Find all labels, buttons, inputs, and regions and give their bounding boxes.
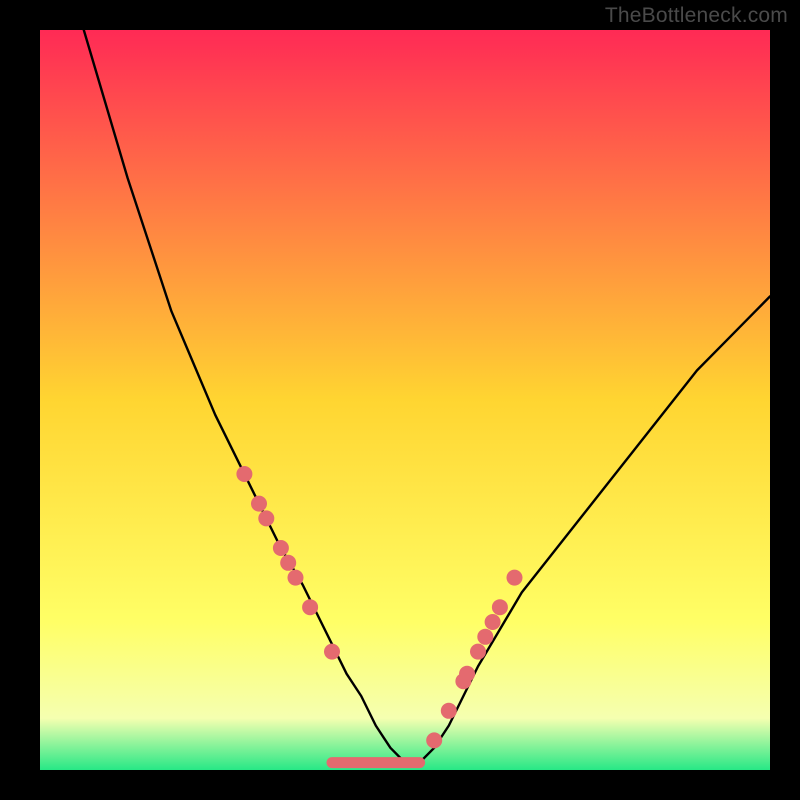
scatter-point bbox=[426, 732, 442, 748]
scatter-point bbox=[288, 570, 304, 586]
scatter-point bbox=[470, 644, 486, 660]
watermark-label: TheBottleneck.com bbox=[605, 4, 788, 28]
gradient-background bbox=[40, 30, 770, 770]
scatter-point bbox=[492, 599, 508, 615]
scatter-point bbox=[485, 614, 501, 630]
scatter-point bbox=[459, 666, 475, 682]
scatter-point bbox=[324, 644, 340, 660]
scatter-point bbox=[507, 570, 523, 586]
scatter-point bbox=[258, 510, 274, 526]
scatter-point bbox=[302, 599, 318, 615]
scatter-point bbox=[477, 629, 493, 645]
scatter-point bbox=[280, 555, 296, 571]
scatter-point bbox=[441, 703, 457, 719]
chart-stage: TheBottleneck.com bbox=[0, 0, 800, 800]
scatter-point bbox=[273, 540, 289, 556]
scatter-point bbox=[236, 466, 252, 482]
plot-svg bbox=[40, 30, 770, 770]
scatter-point bbox=[251, 496, 267, 512]
plot-area bbox=[40, 30, 770, 770]
